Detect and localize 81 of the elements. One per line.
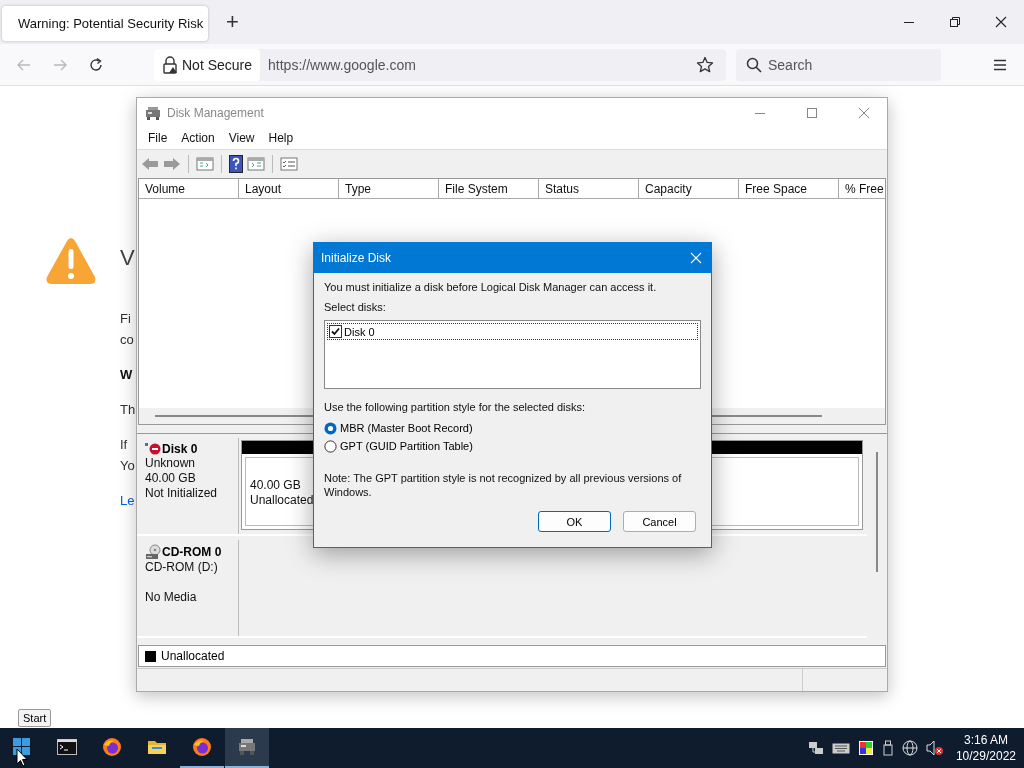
usb-drive-icon[interactable]	[881, 740, 894, 756]
field-label: Use the following partition style for the selected disks:	[324, 400, 587, 414]
radio-option[interactable]: MBR (Master Boot Record)	[324, 419, 701, 437]
window-title: Disk Management	[167, 105, 264, 120]
column-header[interactable]: Status	[539, 179, 639, 198]
security-indicator[interactable]: Not Secure	[154, 48, 261, 81]
keyboard-icon[interactable]	[831, 741, 850, 755]
page-heading: V	[120, 244, 136, 272]
firefox-icon	[192, 737, 212, 757]
warning-icon	[45, 237, 97, 285]
tooltip: Start	[18, 709, 52, 727]
dialog-note: Note: The GPT partition style is not recognized by all previous versions of Windows.	[324, 471, 683, 499]
menu-item[interactable]: Action	[174, 131, 222, 145]
cd-drive-icon	[145, 544, 161, 560]
radio-button[interactable]	[324, 439, 337, 453]
column-header[interactable]: Capacity	[639, 179, 739, 198]
dialog-title: Initialize Disk	[321, 251, 393, 265]
browser-tab[interactable]: Warning: Potential Security Risk	[2, 5, 208, 41]
cursor-icon	[16, 748, 28, 767]
tab-title: Warning: Potential Security Risk	[18, 15, 204, 31]
page-link[interactable]: Le	[120, 490, 136, 511]
search-field[interactable]: Search	[736, 48, 941, 81]
column-header[interactable]: % Free	[839, 179, 887, 198]
page-text: Fi	[120, 310, 132, 328]
disk-list[interactable]: Disk 0	[324, 320, 701, 389]
speaker-muted-icon[interactable]	[925, 740, 944, 756]
column-header[interactable]: Type	[339, 179, 439, 198]
disk-name: CD-ROM 0	[162, 545, 222, 559]
scrollbar-thumb[interactable]	[876, 452, 878, 572]
menu-item[interactable]: File	[141, 131, 175, 145]
url-text: https://www.google.com	[268, 56, 417, 73]
search-icon	[746, 56, 762, 73]
checklist-icon[interactable]	[280, 156, 298, 172]
page-text: If	[120, 436, 129, 454]
lock-icon	[162, 55, 178, 74]
star-icon[interactable]	[696, 55, 714, 74]
column-header[interactable]: Layout	[239, 179, 339, 198]
close-icon[interactable]	[995, 16, 1007, 28]
disk-error-icon	[145, 442, 161, 456]
drive-icon	[237, 737, 257, 757]
checkbox[interactable]	[329, 325, 342, 338]
dialog-message: You must initialize a disk before Logical Disk Manager can access it.	[324, 280, 658, 294]
clock[interactable]: 3:16 AM 10/29/2022	[955, 732, 1016, 764]
security-label: Not Secure	[182, 56, 253, 73]
page-text: Th	[120, 401, 136, 419]
menu-item[interactable]: Help	[261, 131, 301, 145]
disk-status: Not Initialized	[145, 486, 219, 501]
globe-icon[interactable]	[901, 740, 918, 756]
page-text: Yo	[120, 457, 136, 475]
help-icon[interactable]	[229, 155, 243, 173]
section-heading: W	[120, 366, 134, 384]
column-header[interactable]: Free Space	[739, 179, 839, 198]
dialog-button[interactable]: Cancel	[623, 511, 696, 532]
firefox-icon	[102, 737, 122, 757]
page-text: co	[120, 331, 135, 349]
partition-status: Unallocated	[250, 493, 314, 508]
reload-icon[interactable]	[88, 56, 104, 73]
field-label: Select disks:	[324, 300, 387, 314]
partition-size: 40.00 GB	[250, 478, 301, 493]
disk-size: 40.00 GB	[145, 471, 197, 486]
address-bar[interactable]: Not Secure https://www.google.com	[154, 48, 726, 81]
list-item[interactable]: Disk 0	[327, 323, 698, 340]
disk-name: Disk 0	[162, 442, 198, 456]
windows-icon	[12, 737, 32, 757]
restore-icon[interactable]	[949, 16, 961, 28]
menu-item[interactable]: View	[221, 131, 262, 145]
disk-type: Unknown	[145, 456, 197, 471]
network-icon[interactable]	[807, 740, 824, 756]
legend-label: Unallocated	[161, 649, 225, 663]
maximize-icon[interactable]	[806, 106, 818, 119]
disk-status: No Media	[145, 590, 198, 605]
terminal-icon	[57, 737, 77, 757]
new-tab-button[interactable]: +	[222, 9, 243, 35]
radio-option[interactable]: GPT (GUID Partition Table)	[324, 437, 701, 455]
column-header[interactable]: File System	[439, 179, 539, 198]
dialog-button[interactable]: OK	[538, 511, 611, 532]
column-header[interactable]: Volume	[139, 179, 239, 198]
drive-icon	[145, 104, 161, 121]
color-icon[interactable]	[857, 740, 874, 756]
disk-type: CD-ROM (D:)	[145, 560, 219, 575]
radio-button[interactable]	[324, 421, 337, 435]
